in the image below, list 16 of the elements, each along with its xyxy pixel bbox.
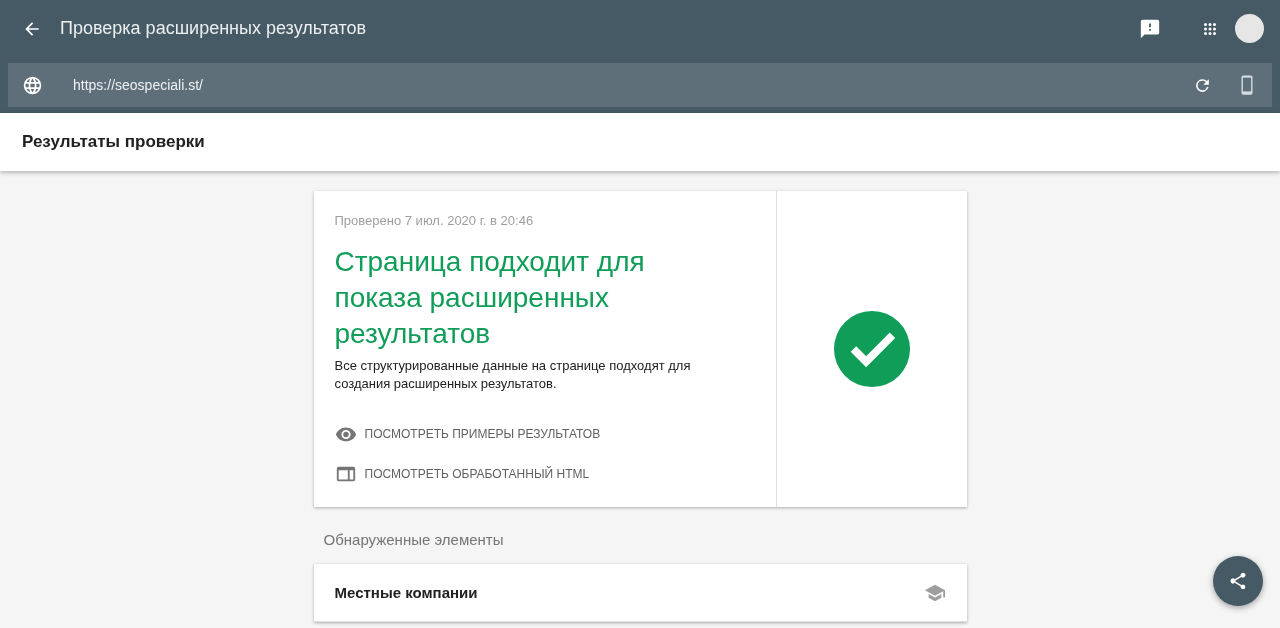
app-title: Проверка расширенных результатов xyxy=(60,18,367,39)
share-icon xyxy=(1228,571,1248,591)
detected-item[interactable]: Местные компании xyxy=(313,564,967,622)
result-heading: Страница подходит для показа расширенных результатов xyxy=(334,245,646,351)
share-button[interactable] xyxy=(1213,556,1263,606)
result-description: Все структурированные данные на странице подходят для создания расширенных результатов. xyxy=(334,357,692,393)
globe-icon xyxy=(22,74,43,96)
item-label: Местные компании xyxy=(334,584,478,601)
check-circle-icon xyxy=(832,310,911,388)
link[interactable]: ПОСМОТРЕТЬ ПРИМЕРЫ РЕЗУЛЬТАТОВ xyxy=(334,423,755,445)
section-title: Обнаруженные элементы xyxy=(322,530,505,550)
page-title: Результаты проверки xyxy=(21,131,206,153)
feedback-icon[interactable] xyxy=(1139,17,1161,40)
link[interactable]: ПОСМОТРЕТЬ ОБРАБОТАННЫЙ HTML xyxy=(334,463,755,485)
avatar[interactable] xyxy=(1235,14,1264,43)
checked-date: Проверено 7 июл. 2020 г. в 20:46 xyxy=(334,213,535,228)
